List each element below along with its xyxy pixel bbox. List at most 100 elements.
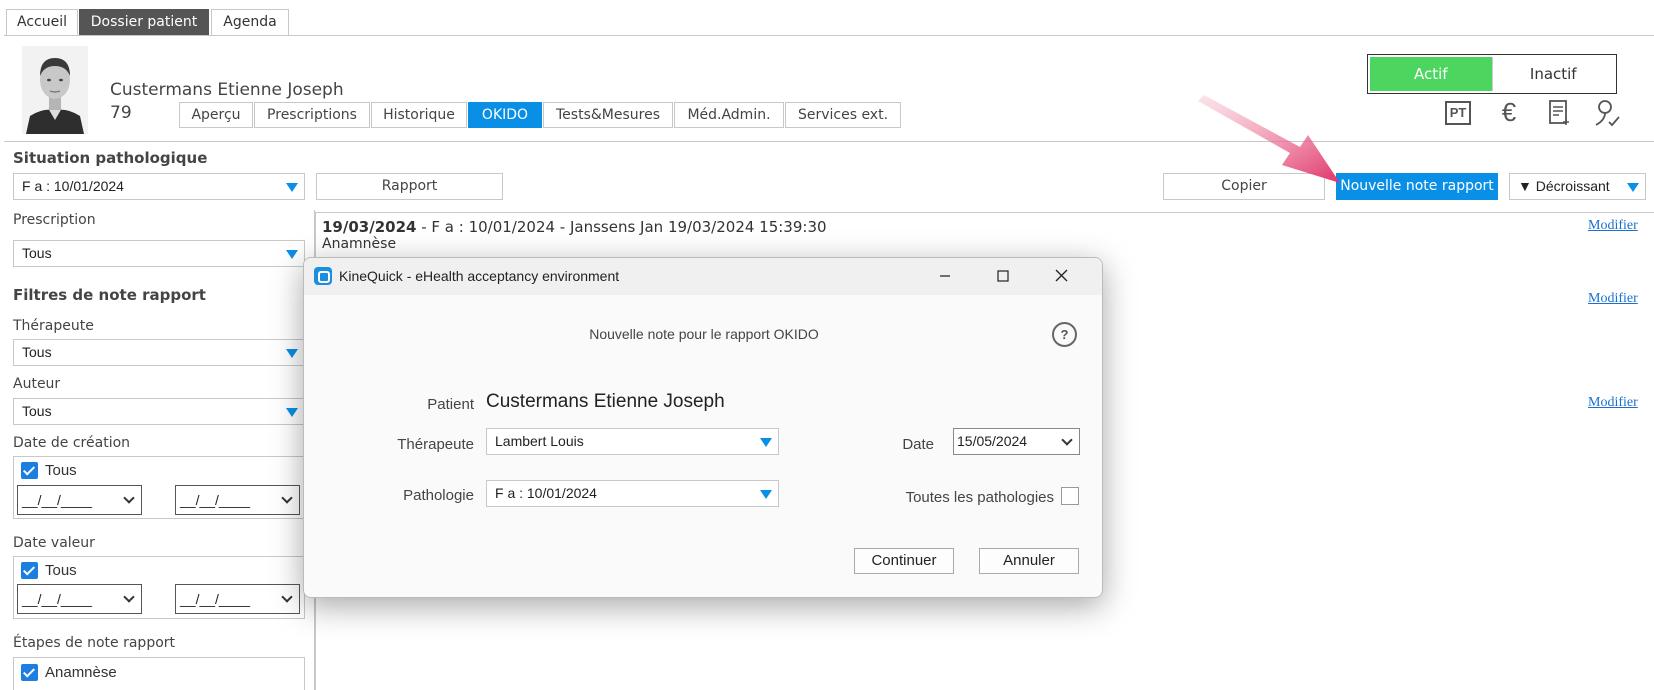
- continuer-button[interactable]: Continuer: [854, 548, 954, 574]
- situation-label: Situation pathologique: [13, 149, 208, 167]
- dialog-titlebar: KineQuick - eHealth acceptancy environme…: [304, 258, 1102, 295]
- tab-okido[interactable]: OKIDO: [468, 102, 542, 128]
- nouvelle-note-rapport-button[interactable]: Nouvelle note rapport: [1336, 173, 1498, 200]
- modifier-link-1[interactable]: Modifier: [1588, 218, 1638, 234]
- header-divider: [4, 141, 1654, 142]
- annuler-button[interactable]: Annuler: [979, 548, 1079, 574]
- chevron-down-icon: [281, 591, 293, 603]
- date-valeur-to-value: __/__/____: [180, 591, 251, 607]
- tab-historique[interactable]: Historique: [371, 102, 467, 128]
- status-actif-button[interactable]: Actif: [1370, 57, 1492, 91]
- modifier-link-2[interactable]: Modifier: [1588, 291, 1638, 307]
- tab-agenda[interactable]: Agenda: [211, 9, 289, 35]
- chevron-down-icon: [1061, 434, 1073, 446]
- top-divider: [4, 35, 1654, 36]
- note-entry-date: 19/03/2024: [322, 218, 417, 236]
- caret-down-icon: [286, 408, 298, 417]
- auteur-value: Tous: [22, 403, 52, 419]
- chevron-down-icon: [281, 492, 293, 504]
- tab-dossier-patient[interactable]: Dossier patient: [79, 9, 209, 35]
- date-creation-from-value: __/__/____: [22, 492, 93, 508]
- date-creation-to-value: __/__/____: [180, 492, 251, 508]
- pt-icon-label: PT: [1445, 101, 1471, 125]
- therapeute-label: Thérapeute: [13, 318, 94, 334]
- auteur-label: Auteur: [13, 376, 61, 392]
- dialog-therapeute-select[interactable]: Lambert Louis: [486, 428, 779, 455]
- tab-apercu[interactable]: Aperçu: [179, 102, 253, 128]
- tab-services-ext[interactable]: Services ext.: [785, 102, 901, 128]
- etape-anamnese-label: Anamnèse: [45, 664, 117, 681]
- patient-avatar: [22, 46, 88, 134]
- situation-select[interactable]: F a : 10/01/2024: [13, 173, 305, 200]
- date-creation-to[interactable]: __/__/____: [175, 485, 300, 515]
- help-icon[interactable]: ?: [1052, 322, 1077, 347]
- date-valeur-from[interactable]: __/__/____: [17, 584, 142, 614]
- tab-accueil[interactable]: Accueil: [6, 9, 78, 35]
- date-valeur-to[interactable]: __/__/____: [175, 584, 300, 614]
- tab-med-admin[interactable]: Méd.Admin.: [674, 102, 784, 128]
- therapeute-filter-select[interactable]: Tous: [13, 339, 305, 366]
- etapes-label: Étapes de note rapport: [13, 635, 176, 651]
- modifier-link-3[interactable]: Modifier: [1588, 395, 1638, 411]
- maximize-icon[interactable]: [980, 262, 1026, 290]
- dialog-pathologie-value: F a : 10/01/2024: [495, 485, 597, 501]
- situation-value: F a : 10/01/2024: [22, 178, 124, 194]
- dialog-therapeute-label: Thérapeute: [397, 436, 474, 453]
- caret-down-icon: [286, 250, 298, 259]
- dialog-pathologie-select[interactable]: F a : 10/01/2024: [486, 480, 779, 507]
- filters-label: Filtres de note rapport: [13, 286, 206, 304]
- date-creation-from[interactable]: __/__/____: [17, 485, 142, 515]
- date-valeur-label: Date valeur: [13, 535, 95, 551]
- rapport-button[interactable]: Rapport: [316, 173, 503, 200]
- kinequick-app-icon: [314, 267, 332, 285]
- pt-icon[interactable]: PT: [1443, 98, 1473, 128]
- note-entry-header: 19/03/2024 - F a : 10/01/2024 - Janssens…: [322, 218, 827, 236]
- chevron-down-icon: [123, 492, 135, 504]
- close-icon[interactable]: [1038, 262, 1084, 290]
- note-entry-section: Anamnèse: [322, 236, 397, 252]
- dialog-date-picker[interactable]: 15/05/2024: [953, 428, 1080, 455]
- date-creation-all-checkbox[interactable]: [21, 462, 38, 479]
- caret-down-icon: [1627, 183, 1639, 192]
- date-creation-label: Date de création: [13, 435, 131, 451]
- date-creation-all-label: Tous: [45, 462, 77, 479]
- dialog-title: KineQuick - eHealth acceptancy environme…: [339, 268, 620, 284]
- new-note-dialog: KineQuick - eHealth acceptancy environme…: [303, 257, 1103, 598]
- user-check-icon[interactable]: [1592, 98, 1622, 128]
- caret-down-icon: [760, 438, 772, 447]
- therapeute-filter-value: Tous: [22, 344, 52, 360]
- annotation-arrow: [1198, 95, 1340, 183]
- minimize-icon[interactable]: [922, 262, 968, 290]
- dialog-patient-name: Custermans Etienne Joseph: [486, 391, 725, 412]
- caret-down-icon: [286, 183, 298, 192]
- dialog-date-value: 15/05/2024: [957, 433, 1028, 449]
- toutes-pathologies-checkbox[interactable]: [1061, 487, 1079, 505]
- etape-anamnese-checkbox[interactable]: [21, 664, 38, 681]
- status-inactif-button[interactable]: Inactif: [1491, 57, 1614, 91]
- patient-number: 79: [110, 103, 132, 123]
- patient-label: Patient: [427, 396, 474, 413]
- prescription-select[interactable]: Tous: [13, 240, 305, 267]
- date-valeur-all-checkbox[interactable]: [21, 562, 38, 579]
- dialog-date-label: Date: [902, 436, 934, 453]
- caret-down-icon: [286, 349, 298, 358]
- auteur-select[interactable]: Tous: [13, 398, 305, 425]
- chevron-down-icon: [123, 591, 135, 603]
- note-entry-details: - F a : 10/01/2024 - Janssens Jan 19/03/…: [416, 218, 827, 236]
- prescription-value: Tous: [22, 245, 52, 261]
- dialog-pathologie-label: Pathologie: [403, 487, 474, 504]
- date-valeur-all-label: Tous: [45, 562, 77, 579]
- patient-name: Custermans Etienne Joseph: [110, 80, 344, 100]
- prescription-label: Prescription: [13, 212, 96, 228]
- status-toggle: Actif Inactif: [1367, 54, 1617, 94]
- dialog-heading: Nouvelle note pour le rapport OKIDO: [589, 326, 819, 342]
- dialog-therapeute-value: Lambert Louis: [495, 433, 584, 449]
- sort-order-select[interactable]: ▼ Décroissant: [1509, 173, 1646, 200]
- toutes-pathologies-label: Toutes les pathologies: [905, 489, 1054, 506]
- tab-tests-mesures[interactable]: Tests&Mesures: [543, 102, 673, 128]
- tab-prescriptions[interactable]: Prescriptions: [254, 102, 370, 128]
- sort-order-value: ▼ Décroissant: [1518, 178, 1610, 194]
- document-icon[interactable]: [1543, 98, 1573, 128]
- euro-icon[interactable]: €: [1494, 98, 1524, 128]
- caret-down-icon: [760, 490, 772, 499]
